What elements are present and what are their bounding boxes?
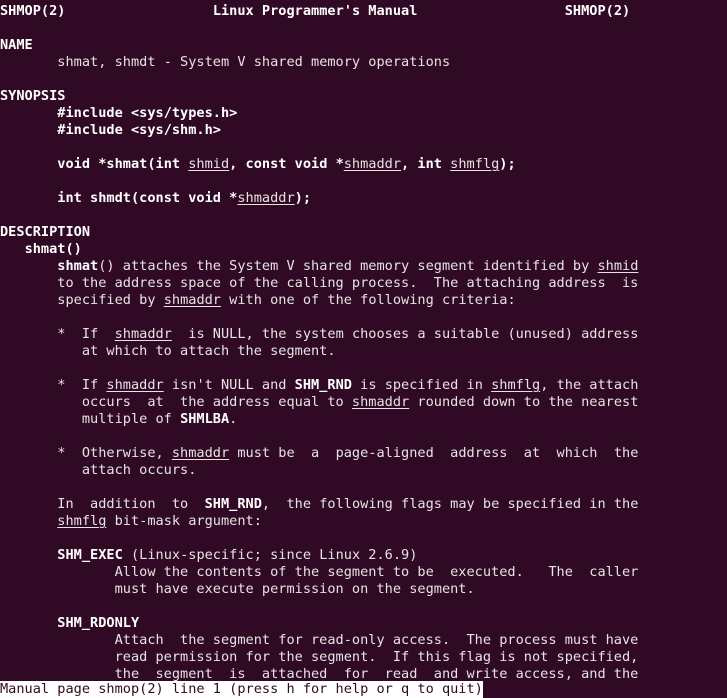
bullet-1-marker: * If — [57, 326, 115, 342]
bullet-3-marker: * Otherwise, — [57, 445, 172, 461]
synopsis-proto-shmdt-part1: int shmdt(const void * — [57, 190, 238, 206]
section-heading-name: NAME — [0, 37, 33, 53]
flag-name-shm-rdonly: SHM_RDONLY — [57, 615, 140, 631]
desc-para-2-a: In addition to — [57, 496, 205, 512]
desc-para-1-a: () attaches the System V shared memory s… — [98, 258, 598, 274]
flag-desc-shm-rdonly-2: read permission for the segment. If this… — [114, 649, 639, 665]
ref-shmid: shmid — [597, 258, 639, 274]
const-shm-rnd-1: SHM_RND — [294, 377, 352, 393]
desc-para-2-b: , the following flags may be specified i… — [261, 496, 639, 512]
param-shmid: shmid — [188, 156, 230, 172]
bullet-2-e: rounded down to the nearest — [409, 394, 639, 410]
ref-shmaddr-2: shmaddr — [114, 326, 172, 342]
terminal-window: SHMOP(2) Linux Programmer's Manual SHMOP… — [0, 0, 727, 698]
manpage-content: SHMOP(2) Linux Programmer's Manual SHMOP… — [0, 3, 727, 681]
synopsis-proto-shmdt-part2: ); — [294, 190, 312, 206]
name-section-body: shmat, shmdt - System V shared memory op… — [57, 54, 451, 70]
flag-name-shm-exec: SHM_EXEC — [57, 547, 123, 563]
bullet-2-d: occurs at the address equal to — [81, 394, 352, 410]
flag-desc-shm-rdonly-1: Attach the segment for read-only access.… — [114, 632, 639, 648]
bullet-3-b: attach occurs. — [81, 462, 197, 478]
desc-para-1-c: specified by — [57, 292, 164, 308]
param-shmflg-1: shmflg — [450, 156, 500, 172]
bullet-2-b: is specified in — [351, 377, 492, 393]
synopsis-proto-shmat-part3: , int — [401, 156, 451, 172]
header-right-title: SHMOP(2) — [564, 3, 631, 19]
subsection-heading-shmat: shmat() — [24, 241, 82, 257]
manpage-header-line: SHMOP(2) Linux Programmer's Manual SHMOP… — [0, 3, 630, 19]
param-shmaddr-2: shmaddr — [237, 190, 295, 206]
bullet-2-f: multiple of — [81, 411, 181, 427]
bullet-2-marker: * If — [57, 377, 107, 393]
ref-shmflg-1: shmflg — [491, 377, 541, 393]
bullet-2-a: isn't NULL and — [163, 377, 295, 393]
ref-shmaddr-3: shmaddr — [106, 377, 164, 393]
synopsis-include-types: #include <sys/types.h> — [57, 105, 238, 121]
section-heading-synopsis: SYNOPSIS — [0, 88, 66, 104]
bullet-3-a: must be a page-aligned address at which … — [229, 445, 639, 461]
synopsis-proto-shmat-part1: void *shmat(int — [57, 156, 189, 172]
desc-para-1-d: with one of the following criteria: — [221, 292, 516, 308]
desc-para-2-c: bit-mask argument: — [106, 513, 262, 529]
ref-shmaddr-4: shmaddr — [351, 394, 410, 410]
synopsis-proto-shmat-part4: ); — [499, 156, 516, 172]
ref-shmaddr-1: shmaddr — [163, 292, 221, 308]
flag-desc-shm-rdonly-3: the segment is attached for read and wri… — [114, 666, 639, 681]
const-shm-rnd-2: SHM_RND — [204, 496, 262, 512]
desc-para-1-b: to the address space of the calling proc… — [57, 275, 639, 291]
flag-desc-shm-exec-2: must have execute permission on the segm… — [114, 581, 475, 597]
synopsis-include-shm: #include <sys/shm.h> — [57, 122, 221, 138]
bullet-2-c: , the attach — [540, 377, 639, 393]
pager-viewport[interactable]: SHMOP(2) Linux Programmer's Manual SHMOP… — [0, 0, 727, 681]
ref-shmflg-2: shmflg — [57, 513, 107, 529]
bullet-1-a: is NULL, the system chooses a suitable (… — [171, 326, 639, 342]
bullet-2-g: . — [229, 411, 238, 427]
flag-desc-shm-exec-1: Allow the contents of the segment to be … — [114, 564, 639, 580]
header-center-title: Linux Programmer's Manual — [212, 3, 418, 19]
ref-shmaddr-5: shmaddr — [171, 445, 230, 461]
flag-note-shm-exec: (Linux-specific; since Linux 2.6.9) — [130, 547, 418, 563]
pager-status-bar[interactable]: Manual page shmop(2) line 1 (press h for… — [0, 681, 483, 698]
desc-fn-shmat: shmat — [57, 258, 99, 274]
synopsis-proto-shmat-part2: , const void * — [229, 156, 344, 172]
header-left-title: SHMOP(2) — [0, 3, 66, 19]
const-shmlba: SHMLBA — [180, 411, 230, 427]
bullet-1-b: at which to attach the segment. — [81, 343, 336, 359]
param-shmaddr-1: shmaddr — [343, 156, 402, 172]
section-heading-description: DESCRIPTION — [0, 224, 91, 240]
